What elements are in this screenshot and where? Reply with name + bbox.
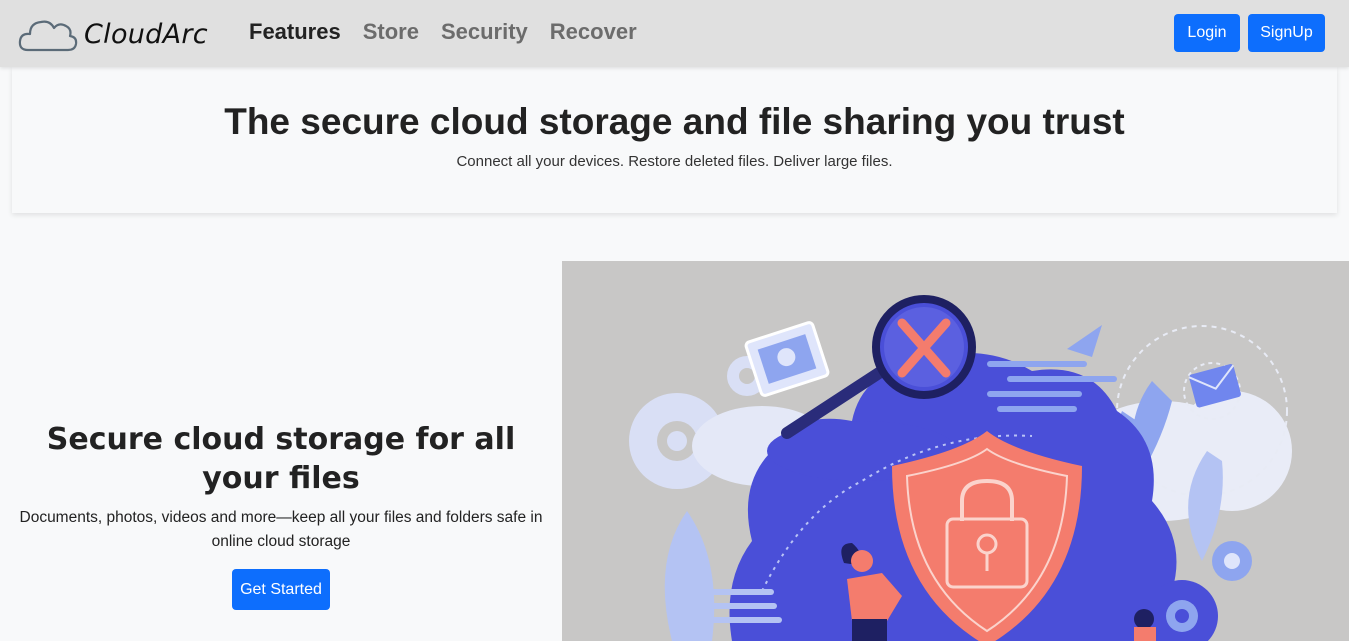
signup-button[interactable]: SignUp — [1248, 14, 1325, 52]
hero-card: The secure cloud storage and file sharin… — [12, 67, 1337, 213]
feature-title: Secure cloud storage for all your files — [46, 422, 516, 496]
nav-links: Features Store Security Recover — [249, 19, 659, 45]
security-illustration — [562, 261, 1349, 641]
hero-subtitle: Connect all your devices. Restore delete… — [456, 153, 893, 170]
brand-name: CloudArc — [84, 18, 208, 50]
nav-link-security[interactable]: Security — [441, 19, 528, 45]
login-button[interactable]: Login — [1174, 14, 1240, 52]
image-icon — [744, 321, 830, 397]
feature-section: Secure cloud storage for all your files … — [0, 420, 562, 610]
nav-link-recover[interactable]: Recover — [550, 19, 637, 45]
nav-link-store[interactable]: Store — [363, 19, 419, 45]
get-started-button[interactable]: Get Started — [232, 569, 330, 610]
nav-link-features[interactable]: Features — [249, 19, 341, 45]
feature-description: Documents, photos, videos and more—keep … — [19, 509, 543, 550]
hero-title: The secure cloud storage and file sharin… — [224, 101, 1125, 142]
brand-logo[interactable]: CloudArc — [18, 14, 208, 54]
paper-plane-icon — [1067, 325, 1102, 357]
cloud-icon — [18, 14, 78, 54]
navbar: CloudArc Features Store Security Recover… — [0, 0, 1349, 67]
